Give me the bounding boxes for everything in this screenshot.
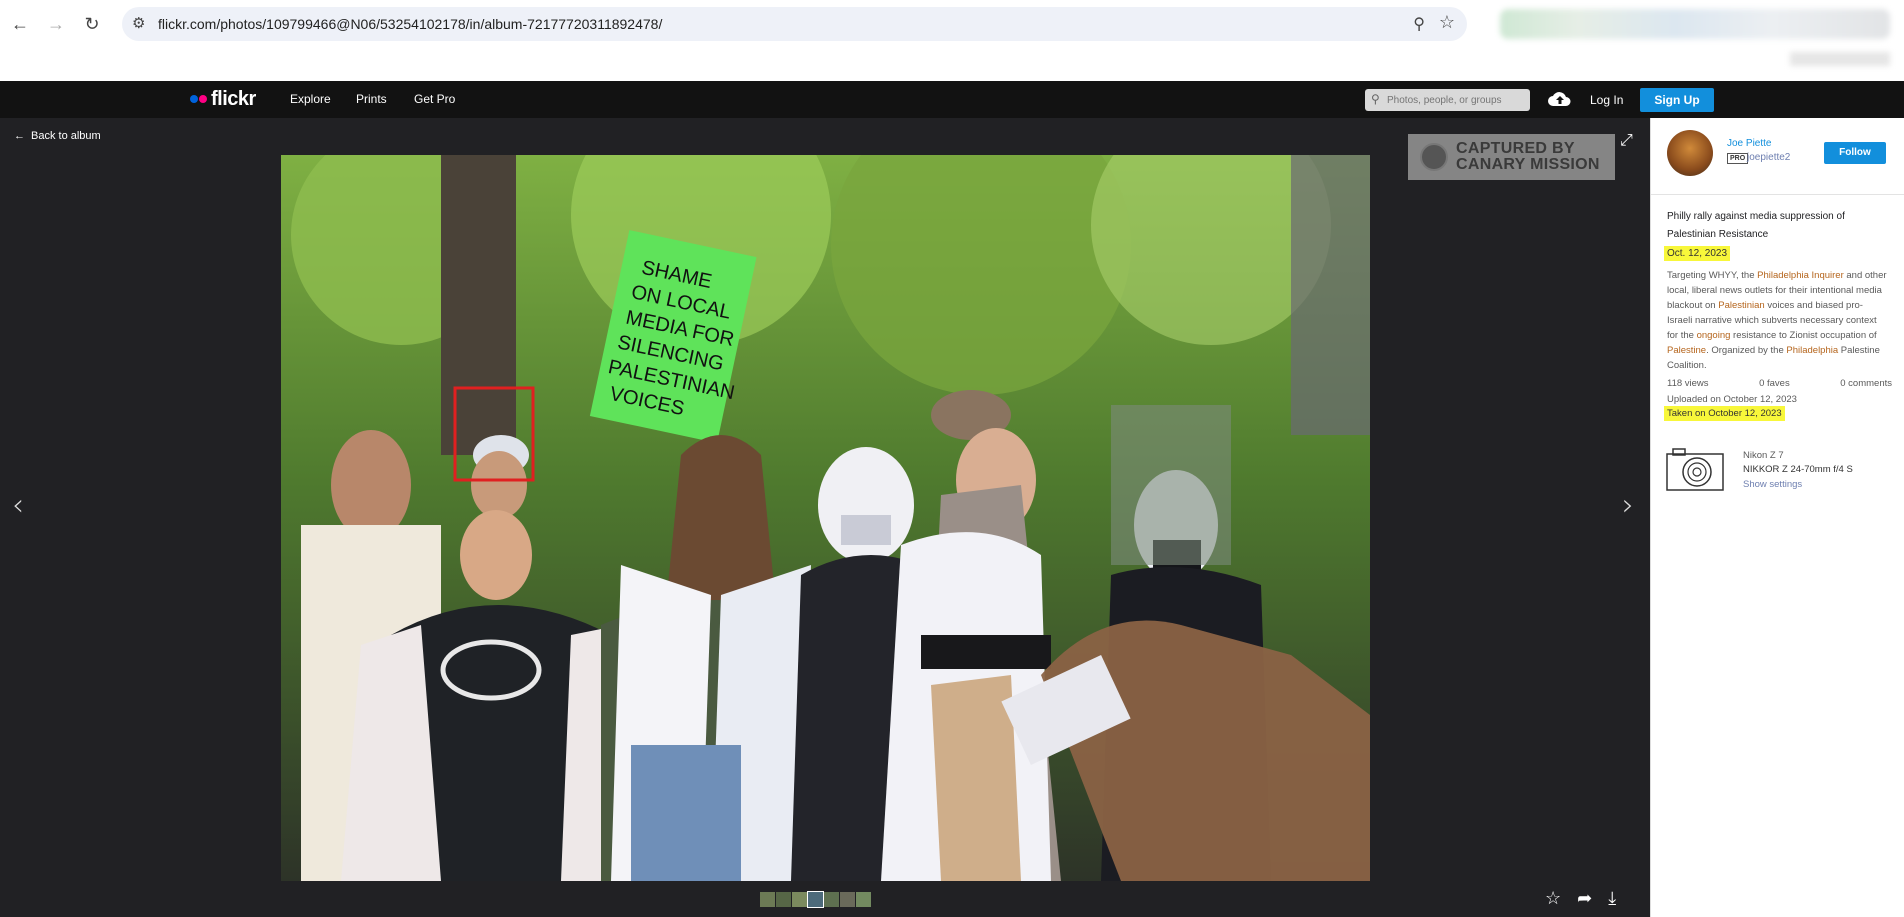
search-box[interactable]: ⚲	[1365, 89, 1530, 111]
previous-photo-arrow[interactable]: ‹	[12, 488, 24, 523]
camera-model[interactable]: Nikon Z 7	[1743, 450, 1784, 461]
login-link[interactable]: Log In	[1590, 93, 1623, 107]
author-handle-link[interactable]: joepiette2	[1747, 152, 1790, 163]
logo-blue-dot	[190, 95, 198, 103]
url-text[interactable]: flickr.com/photos/109799466@N06/53254102…	[158, 16, 662, 32]
views-count: 118 views	[1667, 378, 1709, 389]
filmstrip-thumb[interactable]	[824, 892, 839, 907]
filmstrip-thumb-active[interactable]	[807, 891, 824, 908]
bookmark-star-icon[interactable]: ☆	[1439, 12, 1455, 33]
description-link[interactable]: Inquirer	[1812, 270, 1844, 281]
nav-explore[interactable]: Explore	[290, 92, 331, 106]
author-name-link[interactable]: Joe Piette	[1727, 138, 1771, 149]
fave-star-icon[interactable]: ☆	[1545, 888, 1561, 909]
filmstrip-thumb[interactable]	[856, 892, 871, 907]
filmstrip-thumb[interactable]	[840, 892, 855, 907]
browser-toolbar: ← → ↻ ⚙ flickr.com/photos/109799466@N06/…	[0, 0, 1904, 81]
show-settings-link[interactable]: Show settings	[1743, 479, 1802, 490]
taken-date: Taken on October 12, 2023	[1664, 406, 1785, 421]
description-text: . Organized by the	[1706, 345, 1787, 356]
blurred-extensions	[1500, 9, 1890, 39]
follow-button[interactable]: Follow	[1824, 142, 1886, 164]
photo-actions: ☆ ➦ ⤓	[1545, 888, 1616, 909]
description-link[interactable]: Philadelphia	[1757, 270, 1809, 281]
site-settings-icon[interactable]: ⚙	[132, 14, 145, 32]
filmstrip-thumb[interactable]	[776, 892, 791, 907]
watermark-text: CAPTURED BY CANARY MISSION	[1456, 141, 1600, 173]
photo-title: Philly rally against media suppression o…	[1667, 211, 1845, 240]
sidebar-divider	[1651, 194, 1904, 195]
blurred-extensions-secondary	[1790, 52, 1890, 66]
nav-get-pro[interactable]: Get Pro	[414, 92, 455, 106]
zoom-icon[interactable]: ⚲	[1413, 14, 1425, 34]
taken-date-wrap: Taken on October 12, 2023	[1664, 406, 1785, 421]
faves-count: 0 faves	[1759, 378, 1790, 389]
main-photo[interactable]: SHAME ON LOCAL MEDIA FOR SILENCING PALES…	[281, 155, 1370, 881]
filmstrip-thumb[interactable]	[760, 892, 775, 907]
logo-wordmark: flickr	[211, 87, 256, 110]
photo-info-sidebar: Joe Piette PRO joepiette2 Follow Philly …	[1650, 118, 1904, 917]
watermark-line-2: CANARY MISSION	[1456, 156, 1600, 173]
description-text: resistance to Zionist occupation of	[1730, 330, 1877, 341]
description-link[interactable]: Philadelphia	[1786, 345, 1838, 356]
share-icon[interactable]: ➦	[1577, 888, 1592, 909]
upload-cloud-icon[interactable]	[1547, 89, 1573, 109]
signup-button[interactable]: Sign Up	[1640, 88, 1714, 112]
search-input[interactable]	[1387, 92, 1525, 108]
fullscreen-expand-icon[interactable]: ⤢	[1620, 132, 1633, 150]
protest-photo-illustration: SHAME ON LOCAL MEDIA FOR SILENCING PALES…	[281, 155, 1370, 881]
back-arrow-icon[interactable]: ←	[8, 12, 32, 36]
description-link[interactable]: Palestinian	[1718, 300, 1764, 311]
description-link[interactable]: Palestine	[1667, 345, 1706, 356]
reload-icon[interactable]: ↻	[80, 12, 104, 36]
search-icon: ⚲	[1371, 92, 1380, 106]
back-to-album-link[interactable]: ← Back to album	[14, 130, 101, 142]
download-icon[interactable]: ⤓	[1608, 888, 1616, 909]
next-photo-arrow[interactable]: ›	[1622, 488, 1634, 523]
photo-viewer: ← Back to album SHAME ON LOCAL MEDIA FOR…	[0, 118, 1650, 917]
description-text: Targeting WHYY, the	[1667, 270, 1758, 281]
comments-count: 0 comments	[1840, 378, 1892, 389]
camera-icon	[1666, 448, 1724, 491]
forward-arrow-icon[interactable]: →	[44, 12, 68, 36]
photo-stats: 118 views 0 faves 0 comments	[1667, 378, 1892, 389]
canary-mission-watermark: CAPTURED BY CANARY MISSION	[1408, 134, 1615, 180]
photo-date-wrap: Oct. 12, 2023	[1664, 246, 1731, 261]
photo-filmstrip	[760, 891, 871, 908]
photo-date: Oct. 12, 2023	[1664, 246, 1731, 261]
site-header: flickr Explore Prints Get Pro ⚲ Log In S…	[0, 81, 1904, 118]
watermark-line-1: CAPTURED BY	[1456, 140, 1575, 157]
logo-pink-dot	[199, 95, 207, 103]
photo-description: Targeting WHYY, the Philadelphia Inquire…	[1667, 268, 1889, 373]
left-arrow-icon: ←	[14, 130, 25, 142]
filmstrip-thumb[interactable]	[792, 892, 807, 907]
nav-prints[interactable]: Prints	[356, 92, 387, 106]
description-link[interactable]: ongoing	[1697, 330, 1731, 341]
address-bar[interactable]: ⚙ flickr.com/photos/109799466@N06/532541…	[122, 7, 1467, 41]
pro-badge: PRO	[1727, 153, 1749, 164]
canary-mission-seal-icon	[1420, 143, 1448, 171]
back-to-album-label: Back to album	[31, 130, 101, 142]
author-avatar[interactable]	[1667, 130, 1713, 176]
lens-model: NIKKOR Z 24-70mm f/4 S	[1743, 464, 1853, 475]
flickr-logo[interactable]: flickr	[190, 88, 256, 110]
uploaded-date: Uploaded on October 12, 2023	[1667, 394, 1797, 405]
